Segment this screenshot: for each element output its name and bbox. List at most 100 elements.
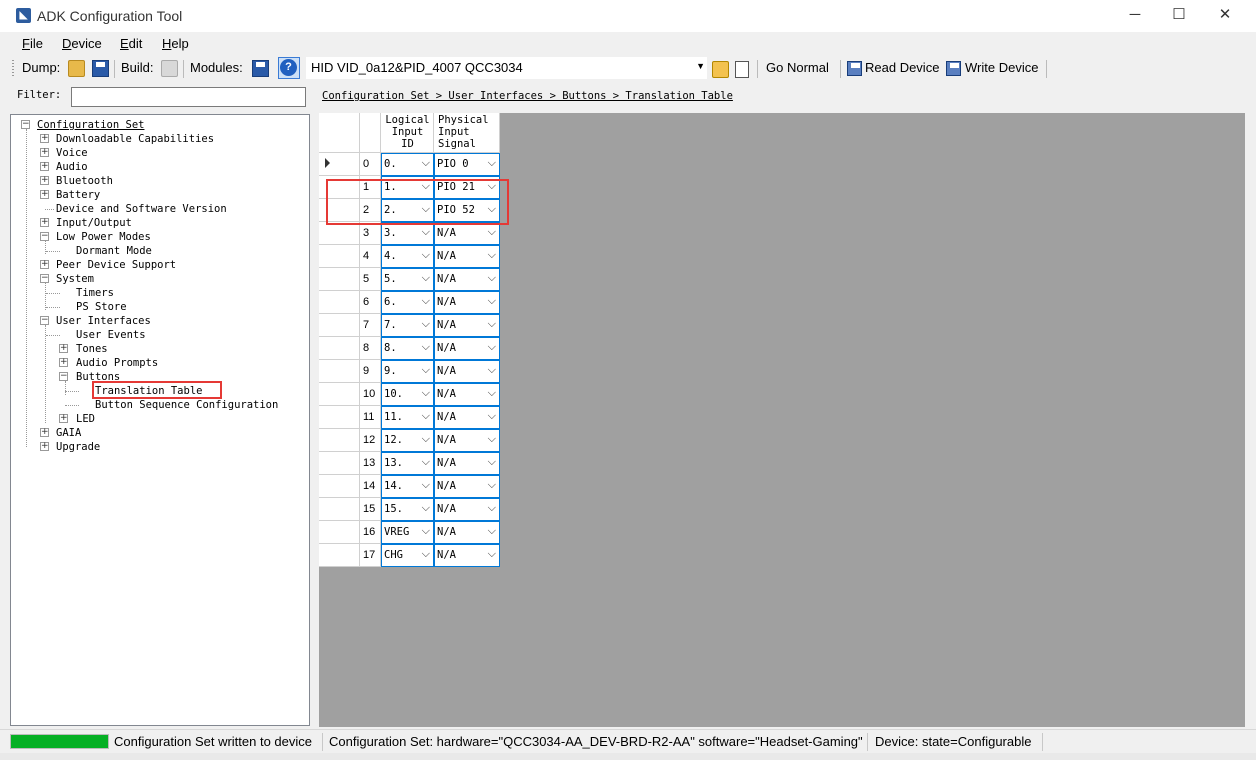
row-header[interactable]: [319, 314, 360, 337]
row-header[interactable]: [319, 498, 360, 521]
logical-input-id-select[interactable]: CHG ⌵: [381, 544, 434, 567]
row-header[interactable]: [319, 383, 360, 406]
physical-input-signal-select[interactable]: N/A ⌵: [434, 222, 500, 245]
logical-input-id-select[interactable]: VREG ⌵: [381, 521, 434, 544]
physical-input-signal-value: N/A: [437, 480, 456, 492]
chip-icon[interactable]: [735, 61, 749, 78]
logical-input-id-value: CHG: [384, 549, 403, 561]
menu-edit[interactable]: Edit: [120, 36, 142, 51]
physical-input-signal-select[interactable]: N/A ⌵: [434, 406, 500, 429]
logical-input-id-select[interactable]: 12. ⌵: [381, 429, 434, 452]
row-header[interactable]: [319, 337, 360, 360]
chevron-down-icon: ⌵: [487, 386, 496, 399]
row-header[interactable]: [319, 245, 360, 268]
physical-input-signal-select[interactable]: N/A ⌵: [434, 475, 500, 498]
row-header[interactable]: [319, 452, 360, 475]
row-header[interactable]: [319, 153, 360, 176]
row-index-cell: 14: [360, 475, 381, 498]
physical-input-signal-select[interactable]: N/A ⌵: [434, 383, 500, 406]
row-index: 7: [363, 319, 370, 331]
row-header[interactable]: [319, 429, 360, 452]
physical-input-signal-select[interactable]: N/A ⌵: [434, 291, 500, 314]
row-index-cell: 15: [360, 498, 381, 521]
chevron-down-icon: ⌵: [421, 294, 430, 307]
config-tree[interactable]: − Configuration Set + Downloadable Capabi…: [10, 114, 310, 726]
minimize-button[interactable]: ─: [1112, 0, 1158, 32]
menu-help[interactable]: Help: [162, 36, 189, 51]
row-header[interactable]: [319, 475, 360, 498]
logical-input-id-select[interactable]: 7. ⌵: [381, 314, 434, 337]
physical-input-signal-select[interactable]: PIO 0 ⌵: [434, 153, 500, 176]
grid-corner-cell[interactable]: [319, 113, 360, 153]
logical-input-id-value: 10.: [384, 388, 403, 400]
logical-input-id-header-text: Logical Input ID: [385, 114, 430, 150]
physical-input-signal-select[interactable]: N/A ⌵: [434, 360, 500, 383]
chevron-down-icon: ⌵: [421, 409, 430, 422]
row-header[interactable]: [319, 406, 360, 429]
dump-open-folder-icon[interactable]: [68, 60, 85, 77]
help-button[interactable]: ?: [278, 57, 300, 79]
physical-input-signal-value: N/A: [437, 250, 456, 262]
build-open-folder-icon[interactable]: [161, 60, 178, 77]
logical-input-id-select[interactable]: 13. ⌵: [381, 452, 434, 475]
chevron-down-icon: ⌵: [421, 271, 430, 284]
toolbar-grip[interactable]: [12, 60, 14, 78]
filter-input[interactable]: [71, 87, 306, 107]
write-device-button[interactable]: Write Device: [965, 60, 1038, 75]
row-header[interactable]: [319, 544, 360, 567]
modules-save-floppy-icon[interactable]: [252, 60, 269, 77]
row-header[interactable]: [319, 360, 360, 383]
progress-bar: [10, 734, 109, 749]
logical-input-id-select[interactable]: 11. ⌵: [381, 406, 434, 429]
row-header[interactable]: [319, 521, 360, 544]
physical-input-signal-select[interactable]: N/A ⌵: [434, 268, 500, 291]
physical-input-signal-select[interactable]: N/A ⌵: [434, 314, 500, 337]
logical-input-id-value: 13.: [384, 457, 403, 469]
physical-input-signal-select[interactable]: N/A ⌵: [434, 521, 500, 544]
logical-input-id-select[interactable]: 5. ⌵: [381, 268, 434, 291]
status-bar: Configuration Set written to device Conf…: [0, 729, 1256, 754]
logical-input-id-select[interactable]: 0. ⌵: [381, 153, 434, 176]
logical-input-id-select[interactable]: 9. ⌵: [381, 360, 434, 383]
chevron-down-icon: ⌵: [487, 432, 496, 445]
logical-input-id-select[interactable]: 15. ⌵: [381, 498, 434, 521]
chevron-down-icon: ⌵: [421, 524, 430, 537]
chevron-down-icon: ⌵: [421, 248, 430, 261]
logical-input-id-select[interactable]: 4. ⌵: [381, 245, 434, 268]
logical-input-id-value: 14.: [384, 480, 403, 492]
row-header[interactable]: [319, 291, 360, 314]
row-header[interactable]: [319, 222, 360, 245]
physical-input-signal-header[interactable]: Physical Input Signal: [434, 113, 500, 153]
chevron-down-icon: ⌵: [487, 156, 496, 169]
logical-input-id-select[interactable]: 3. ⌵: [381, 222, 434, 245]
physical-input-signal-select[interactable]: N/A ⌵: [434, 544, 500, 567]
physical-input-signal-select[interactable]: N/A ⌵: [434, 452, 500, 475]
row-index: 12: [363, 434, 376, 446]
logical-input-id-value: 5.: [384, 273, 397, 285]
read-device-button[interactable]: Read Device: [865, 60, 939, 75]
row-header[interactable]: [319, 268, 360, 291]
breadcrumb[interactable]: Configuration Set > User Interfaces > Bu…: [322, 90, 733, 102]
logical-input-id-select[interactable]: 10. ⌵: [381, 383, 434, 406]
physical-input-signal-select[interactable]: N/A ⌵: [434, 337, 500, 360]
logical-input-id-select[interactable]: 6. ⌵: [381, 291, 434, 314]
close-button[interactable]: ✕: [1202, 0, 1248, 32]
physical-input-signal-select[interactable]: N/A ⌵: [434, 245, 500, 268]
device-select[interactable]: HID VID_0a12&PID_4007 QCC3034 ▼: [306, 57, 707, 79]
physical-input-signal-select[interactable]: N/A ⌵: [434, 429, 500, 452]
status-device: Device: state=Configurable: [875, 734, 1032, 749]
physical-input-signal-value: N/A: [437, 549, 456, 561]
logical-input-id-select[interactable]: 14. ⌵: [381, 475, 434, 498]
dump-save-floppy-icon[interactable]: [92, 60, 109, 77]
header-line: ID: [401, 138, 414, 150]
physical-input-signal-header-text: Physical Input Signal: [438, 114, 489, 150]
logical-input-id-select[interactable]: 8. ⌵: [381, 337, 434, 360]
go-normal-button[interactable]: Go Normal: [766, 60, 829, 75]
row-index-cell: 13: [360, 452, 381, 475]
physical-input-signal-select[interactable]: N/A ⌵: [434, 498, 500, 521]
maximize-button[interactable]: ☐: [1156, 0, 1202, 32]
menu-file[interactable]: File: [22, 36, 43, 51]
logical-input-id-header[interactable]: Logical Input ID: [381, 113, 434, 153]
lock-icon[interactable]: [712, 61, 729, 78]
menu-device[interactable]: Device: [62, 36, 102, 51]
